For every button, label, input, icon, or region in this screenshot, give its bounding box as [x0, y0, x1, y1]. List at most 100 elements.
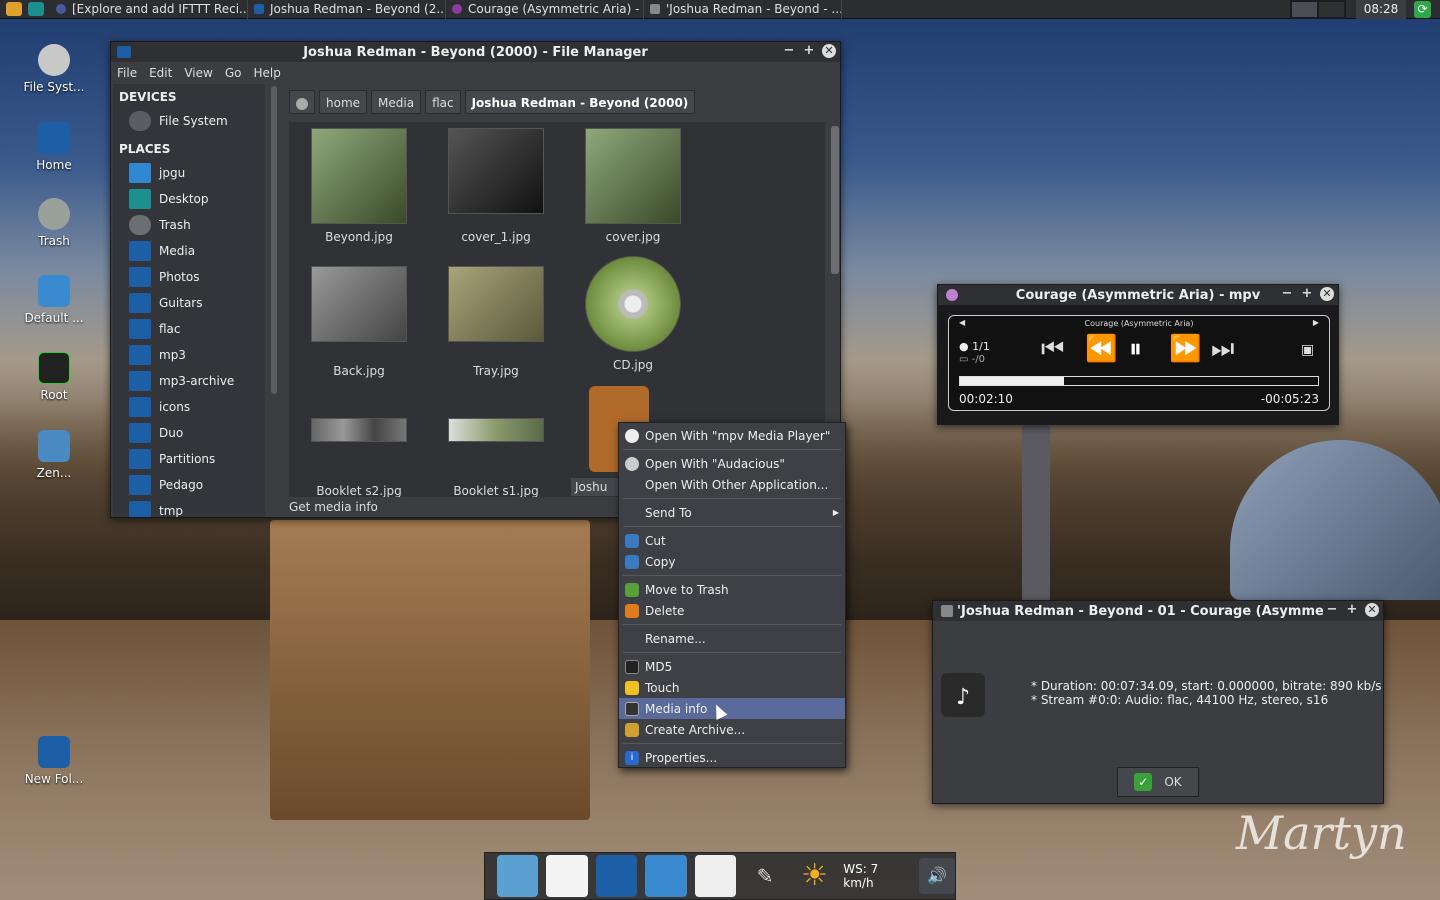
- desktop-icon-default[interactable]: Default ...: [14, 275, 94, 325]
- menu-edit[interactable]: Edit: [149, 66, 172, 80]
- next-track-arrow-icon[interactable]: ▶: [1313, 318, 1319, 327]
- gmail-icon[interactable]: [546, 855, 588, 897]
- sidebar-item-partitions[interactable]: Partitions: [113, 446, 265, 472]
- playlist-count[interactable]: ● 1/1: [959, 340, 990, 353]
- sun-weather-icon[interactable]: ☀: [794, 855, 835, 897]
- compass-icon[interactable]: [645, 855, 687, 897]
- sidebar-scrollbar[interactable]: [271, 86, 277, 394]
- desktop-icon-trash[interactable]: Trash: [14, 198, 94, 248]
- sidebar-item-mp3[interactable]: mp3: [113, 342, 265, 368]
- weather-wind-speed[interactable]: WS: 7 km/h: [843, 862, 911, 890]
- sidebar-item-media[interactable]: Media: [113, 238, 265, 264]
- fast-forward-icon[interactable]: ⏩: [1169, 334, 1201, 364]
- desktop-icon-filesystem[interactable]: File Syst...: [14, 44, 94, 94]
- menu-item-delete[interactable]: Delete: [619, 600, 845, 621]
- workspace-2[interactable]: [1319, 2, 1344, 17]
- task-ifttt[interactable]: [Explore and add IFTTT Reci...: [50, 0, 248, 19]
- show-desktop-icon[interactable]: [28, 2, 44, 16]
- close-button[interactable]: ✕: [1320, 287, 1334, 301]
- desktop-icon-home[interactable]: Home: [14, 122, 94, 172]
- skip-forward-icon[interactable]: ⏭: [1211, 334, 1234, 365]
- skip-back-icon[interactable]: ⏮: [1041, 334, 1064, 365]
- sidebar-item-duo[interactable]: Duo: [113, 420, 265, 446]
- desktop-icon-new-folder[interactable]: New Fol...: [14, 736, 94, 786]
- minimize-button[interactable]: −: [1280, 287, 1294, 301]
- menu-item-send-to[interactable]: Send To ▶: [619, 502, 845, 523]
- menu-item-media-info[interactable]: Media info: [619, 698, 845, 719]
- menu-file[interactable]: File: [117, 66, 137, 80]
- sidebar-item-guitars[interactable]: Guitars: [113, 290, 265, 316]
- menu-item-open-other[interactable]: Open With Other Application...: [619, 474, 845, 495]
- sidebar-item-icons[interactable]: icons: [113, 394, 265, 420]
- file-item-selected[interactable]: Joshu: [559, 386, 649, 496]
- sidebar-item-tmp[interactable]: tmp: [113, 498, 265, 517]
- ok-button[interactable]: ✓ OK: [1117, 767, 1199, 797]
- desktop-icon-root[interactable]: Root: [14, 352, 94, 402]
- menu-item-open-audacious[interactable]: Open With "Audacious": [619, 453, 845, 474]
- breadcrumb-media[interactable]: Media: [371, 90, 422, 114]
- folder-icon[interactable]: [595, 855, 638, 897]
- close-button[interactable]: ✕: [822, 44, 836, 58]
- menu-item-open-mpv[interactable]: Open With "mpv Media Player": [619, 425, 845, 446]
- file-manager-titlebar[interactable]: Joshua Redman - Beyond (2000) - File Man…: [111, 42, 840, 62]
- sidebar-item-pedago[interactable]: Pedago: [113, 472, 265, 498]
- file-item[interactable]: CD.jpg: [573, 256, 693, 372]
- maximize-button[interactable]: +: [1345, 603, 1359, 617]
- file-item[interactable]: Tray.jpg: [436, 266, 556, 378]
- task-file-manager[interactable]: Joshua Redman - Beyond (2...: [248, 0, 446, 19]
- sidebar-item-jpgu[interactable]: jpgu: [113, 160, 265, 186]
- rewind-icon[interactable]: ⏪: [1085, 334, 1117, 364]
- file-item[interactable]: Beyond.jpg: [299, 128, 419, 244]
- menu-item-cut[interactable]: Cut: [619, 530, 845, 551]
- breadcrumb-current[interactable]: Joshua Redman - Beyond (2000): [464, 90, 696, 114]
- menu-item-create-archive[interactable]: Create Archive...: [619, 719, 845, 740]
- menu-item-touch[interactable]: Touch: [619, 677, 845, 698]
- mixer-icon[interactable]: [694, 855, 737, 897]
- sidebar-item-desktop[interactable]: Desktop: [113, 186, 265, 212]
- breadcrumb-flac[interactable]: flac: [425, 90, 461, 114]
- breadcrumb-filesystem[interactable]: [289, 90, 315, 114]
- minimize-button[interactable]: −: [782, 44, 796, 58]
- close-button[interactable]: ✕: [1365, 603, 1379, 617]
- menu-view[interactable]: View: [184, 66, 212, 80]
- menu-go[interactable]: Go: [225, 66, 242, 80]
- sidebar-item-filesystem[interactable]: File System: [113, 108, 265, 134]
- workspace-1[interactable]: [1292, 2, 1317, 17]
- clock[interactable]: 08:28: [1356, 0, 1406, 19]
- fullscreen-icon[interactable]: ▣: [1301, 342, 1314, 358]
- file-item[interactable]: cover_1.jpg: [436, 128, 556, 244]
- sidebar-item-trash[interactable]: Trash: [113, 212, 265, 238]
- menu-help[interactable]: Help: [253, 66, 280, 80]
- start-menu-icon[interactable]: [6, 2, 22, 16]
- file-item[interactable]: Booklet s2.jpg: [299, 418, 419, 497]
- menu-item-rename[interactable]: Rename...: [619, 628, 845, 649]
- file-item[interactable]: Booklet s1.jpg: [436, 418, 556, 497]
- sidebar-item-photos[interactable]: Photos: [113, 264, 265, 290]
- volume-icon[interactable]: 🔊: [919, 858, 956, 894]
- seek-bar[interactable]: [959, 376, 1319, 386]
- remaining-time[interactable]: -00:05:23: [1261, 392, 1319, 406]
- menu-item-copy[interactable]: Copy: [619, 551, 845, 572]
- pause-icon[interactable]: ⏸: [1129, 334, 1142, 365]
- maximize-button[interactable]: +: [802, 44, 816, 58]
- file-item[interactable]: cover.jpg: [573, 128, 693, 244]
- subtitle-count[interactable]: ▭ -/0: [959, 354, 985, 365]
- dialog-titlebar[interactable]: 'Joshua Redman - Beyond - 01 - Courage (…: [933, 601, 1383, 621]
- file-item[interactable]: Back.jpg: [299, 266, 419, 378]
- breadcrumb-home[interactable]: home: [319, 90, 368, 114]
- mpv-titlebar[interactable]: Courage (Asymmetric Aria) - mpv − + ✕: [938, 285, 1338, 305]
- desktop-icon-zen[interactable]: Zen...: [14, 430, 94, 480]
- sidebar-item-mp3-archive[interactable]: mp3-archive: [113, 368, 265, 394]
- workspace-pager[interactable]: [1290, 0, 1346, 19]
- maximize-button[interactable]: +: [1300, 287, 1314, 301]
- elapsed-time[interactable]: 00:02:10: [959, 392, 1013, 406]
- task-media-info[interactable]: 'Joshua Redman - Beyond - ...: [644, 0, 842, 19]
- sidebar-item-flac[interactable]: flac: [113, 316, 265, 342]
- refresh-icon[interactable]: ⟳: [1414, 1, 1431, 18]
- task-mpv[interactable]: Courage (Asymmetric Aria) - ...: [446, 0, 644, 19]
- file-grid-scrollbar[interactable]: [831, 126, 839, 274]
- dolphin-icon[interactable]: [497, 855, 539, 897]
- menu-item-md5[interactable]: MD5: [619, 656, 845, 677]
- menu-item-move-to-trash[interactable]: Move to Trash: [619, 579, 845, 600]
- pen-icon[interactable]: ✎: [744, 855, 785, 897]
